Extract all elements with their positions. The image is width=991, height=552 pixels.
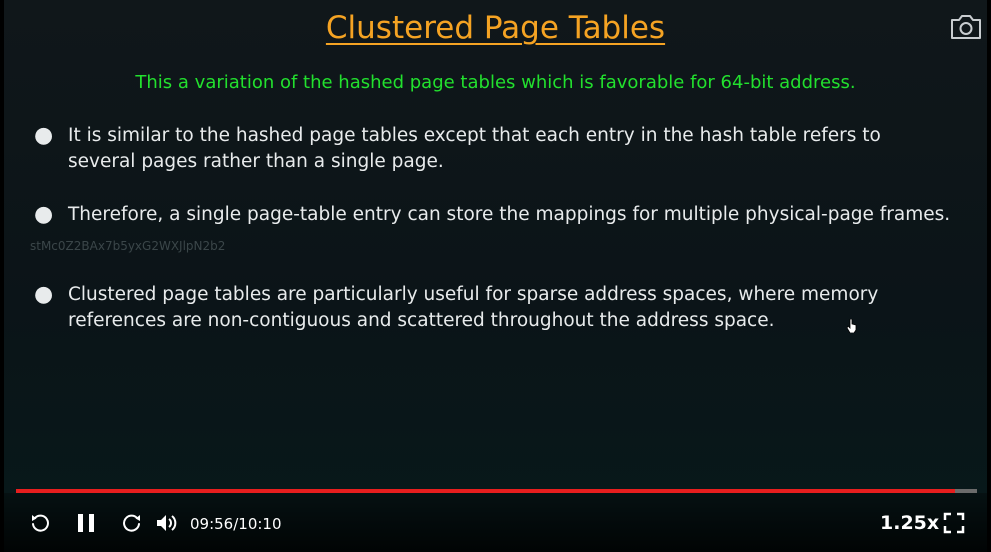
fullscreen-button[interactable] bbox=[942, 511, 966, 535]
control-bar: 09:56/10:10 1.25x bbox=[0, 493, 991, 552]
bullet-text: Therefore, a single page-table entry can… bbox=[68, 204, 951, 225]
fullscreen-icon bbox=[943, 512, 965, 534]
bullet-dot: ● bbox=[34, 202, 54, 227]
bullet-item: ● Clustered page tables are particularly… bbox=[34, 282, 954, 334]
pause-icon bbox=[78, 514, 94, 532]
bullet-dot: ● bbox=[34, 123, 54, 148]
bullet-text: Clustered page tables are particularly u… bbox=[68, 284, 879, 331]
slide: Clustered Page Tables This a variation o… bbox=[4, 0, 987, 552]
pause-button[interactable] bbox=[74, 511, 98, 535]
volume-icon bbox=[157, 515, 177, 531]
slide-subtitle: This a variation of the hashed page tabl… bbox=[135, 72, 856, 93]
volume-button[interactable] bbox=[154, 511, 180, 535]
mouse-cursor-icon bbox=[847, 319, 857, 333]
video-player[interactable]: Clustered Page Tables This a variation o… bbox=[0, 0, 991, 552]
camera-icon[interactable] bbox=[949, 13, 983, 41]
bullet-dot: ● bbox=[34, 282, 54, 307]
time-display: 09:56/10:10 bbox=[190, 515, 282, 533]
rewind-button[interactable] bbox=[28, 511, 52, 535]
bullet-item: ● Therefore, a single page-table entry c… bbox=[34, 202, 954, 228]
bullet-item: ● It is similar to the hashed page table… bbox=[34, 123, 954, 175]
forward-icon bbox=[123, 514, 140, 532]
rewind-icon bbox=[32, 514, 49, 532]
playback-speed-button[interactable]: 1.25x bbox=[880, 512, 939, 534]
forward-button[interactable] bbox=[120, 511, 144, 535]
bullet-text: It is similar to the hashed page tables … bbox=[68, 125, 881, 172]
slide-title: Clustered Page Tables bbox=[325, 10, 666, 46]
watermark-text: stMc0Z2BAx7b5yxG2WXJlpN2b2 bbox=[30, 239, 226, 253]
